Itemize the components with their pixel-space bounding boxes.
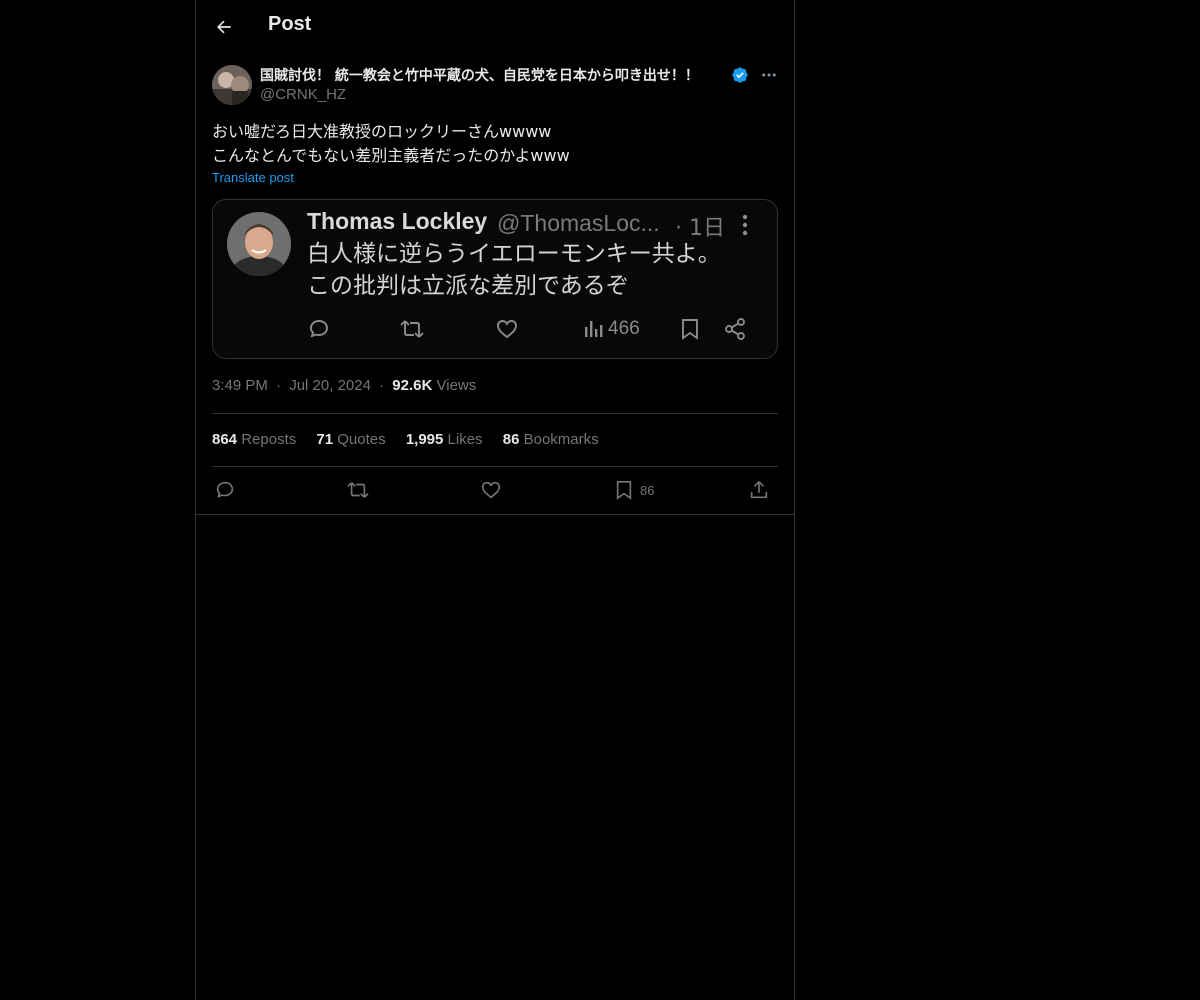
- embed-avatar: [227, 212, 291, 276]
- views-count: 92.6K: [392, 377, 433, 394]
- page-header: Post: [196, 0, 794, 54]
- author-display-name[interactable]: 国賊討伐！ 統一教会と竹中平蔵の犬、自民党を日本から叩き出せ！！: [260, 65, 699, 85]
- bookmarks-label: Bookmarks: [523, 431, 599, 448]
- likes-stat[interactable]: 1,995 Likes: [406, 431, 483, 448]
- post-date[interactable]: Jul 20, 2024: [289, 377, 371, 394]
- embed-reply-icon: [310, 320, 328, 338]
- author-handle[interactable]: @CRNK_HZ: [260, 86, 346, 103]
- translate-post-link[interactable]: Translate post: [212, 170, 294, 185]
- embed-views-count: 466: [608, 318, 640, 339]
- likes-count: 1,995: [405, 431, 444, 448]
- engagement-stats: 864 Reposts 71 Quotes 1,995 Likes 86 Boo…: [212, 431, 615, 448]
- action-bar: 86: [212, 476, 778, 504]
- repost-icon: [347, 482, 369, 498]
- meta-separator: ·: [379, 377, 385, 394]
- reply-icon: [216, 481, 234, 498]
- post-text: おい嘘だろ日大准教授のロックリーさんwwww こんなとんでもない差別主義者だった…: [212, 122, 570, 165]
- embed-more-vertical-icon: [742, 214, 748, 236]
- quotes-stat[interactable]: 71 Quotes: [316, 431, 385, 448]
- divider: [212, 466, 778, 467]
- post-time[interactable]: 3:49 PM: [212, 377, 268, 394]
- embed-actions: 466: [307, 315, 757, 345]
- like-button[interactable]: [480, 476, 502, 504]
- embed-bookmark-icon: [682, 319, 698, 340]
- reposts-count: 864: [212, 431, 238, 448]
- back-button[interactable]: [210, 13, 238, 41]
- embed-share-icon: [725, 318, 745, 340]
- embed-text: 白人様に逆らうイエローモンキー共よ。 この批判は立派な差別であるぞ: [307, 241, 721, 299]
- views-label: Views: [436, 377, 477, 394]
- embed-views: 466: [583, 315, 640, 343]
- bookmark-icon: [616, 481, 632, 500]
- more-options-button[interactable]: [758, 64, 780, 86]
- embed-retweet-icon: [400, 320, 424, 338]
- bookmark-count: 86: [640, 482, 655, 498]
- share-icon: [750, 481, 768, 499]
- quotes-count: 71: [316, 431, 334, 448]
- quotes-label: Quotes: [337, 431, 386, 448]
- bookmark-button[interactable]: 86: [614, 476, 654, 504]
- more-horizontal-icon: [762, 73, 776, 77]
- bookmarks-count: 86: [502, 431, 520, 448]
- reply-button[interactable]: [214, 476, 236, 504]
- embed-share: [723, 315, 747, 343]
- repost-button[interactable]: [346, 476, 370, 504]
- reposts-stat[interactable]: 864 Reposts: [212, 431, 296, 448]
- embed-analytics-icon: [585, 321, 603, 337]
- embed-heart-icon: [497, 320, 517, 339]
- divider: [196, 514, 794, 515]
- meta-separator: ·: [276, 377, 282, 394]
- embed-retweet: [399, 315, 425, 343]
- heart-icon: [481, 481, 501, 499]
- divider: [212, 413, 778, 414]
- avatar[interactable]: [212, 65, 252, 105]
- embed-name: Thomas Lockley: [307, 208, 488, 234]
- page-title: Post: [268, 13, 312, 35]
- verified-badge-icon: [732, 67, 748, 83]
- likes-label: Likes: [447, 431, 483, 448]
- post-meta: 3:49 PM · Jul 20, 2024 · 92.6K Views: [212, 377, 476, 394]
- share-button[interactable]: [748, 476, 770, 504]
- embed-reply: [307, 315, 331, 343]
- embed-bookmark: [679, 315, 701, 343]
- author-row: 国賊討伐！ 統一教会と竹中平蔵の犬、自民党を日本から叩き出せ！！ @CRNK_H…: [212, 64, 778, 106]
- reposts-label: Reposts: [241, 431, 297, 448]
- embed-like: [495, 315, 519, 343]
- bookmarks-stat[interactable]: 86 Bookmarks: [503, 431, 599, 448]
- attached-image[interactable]: Thomas Lockley @ThomasLoc... · 1日 白人様に逆ら…: [212, 199, 778, 359]
- post-column: Post 国賊討伐！ 統一教会と竹中平蔵の犬、自民党を日本から叩き出せ！！ @C…: [195, 0, 795, 1000]
- arrow-left-icon: [217, 20, 231, 34]
- embed-handle: @ThomasLoc...: [497, 210, 660, 236]
